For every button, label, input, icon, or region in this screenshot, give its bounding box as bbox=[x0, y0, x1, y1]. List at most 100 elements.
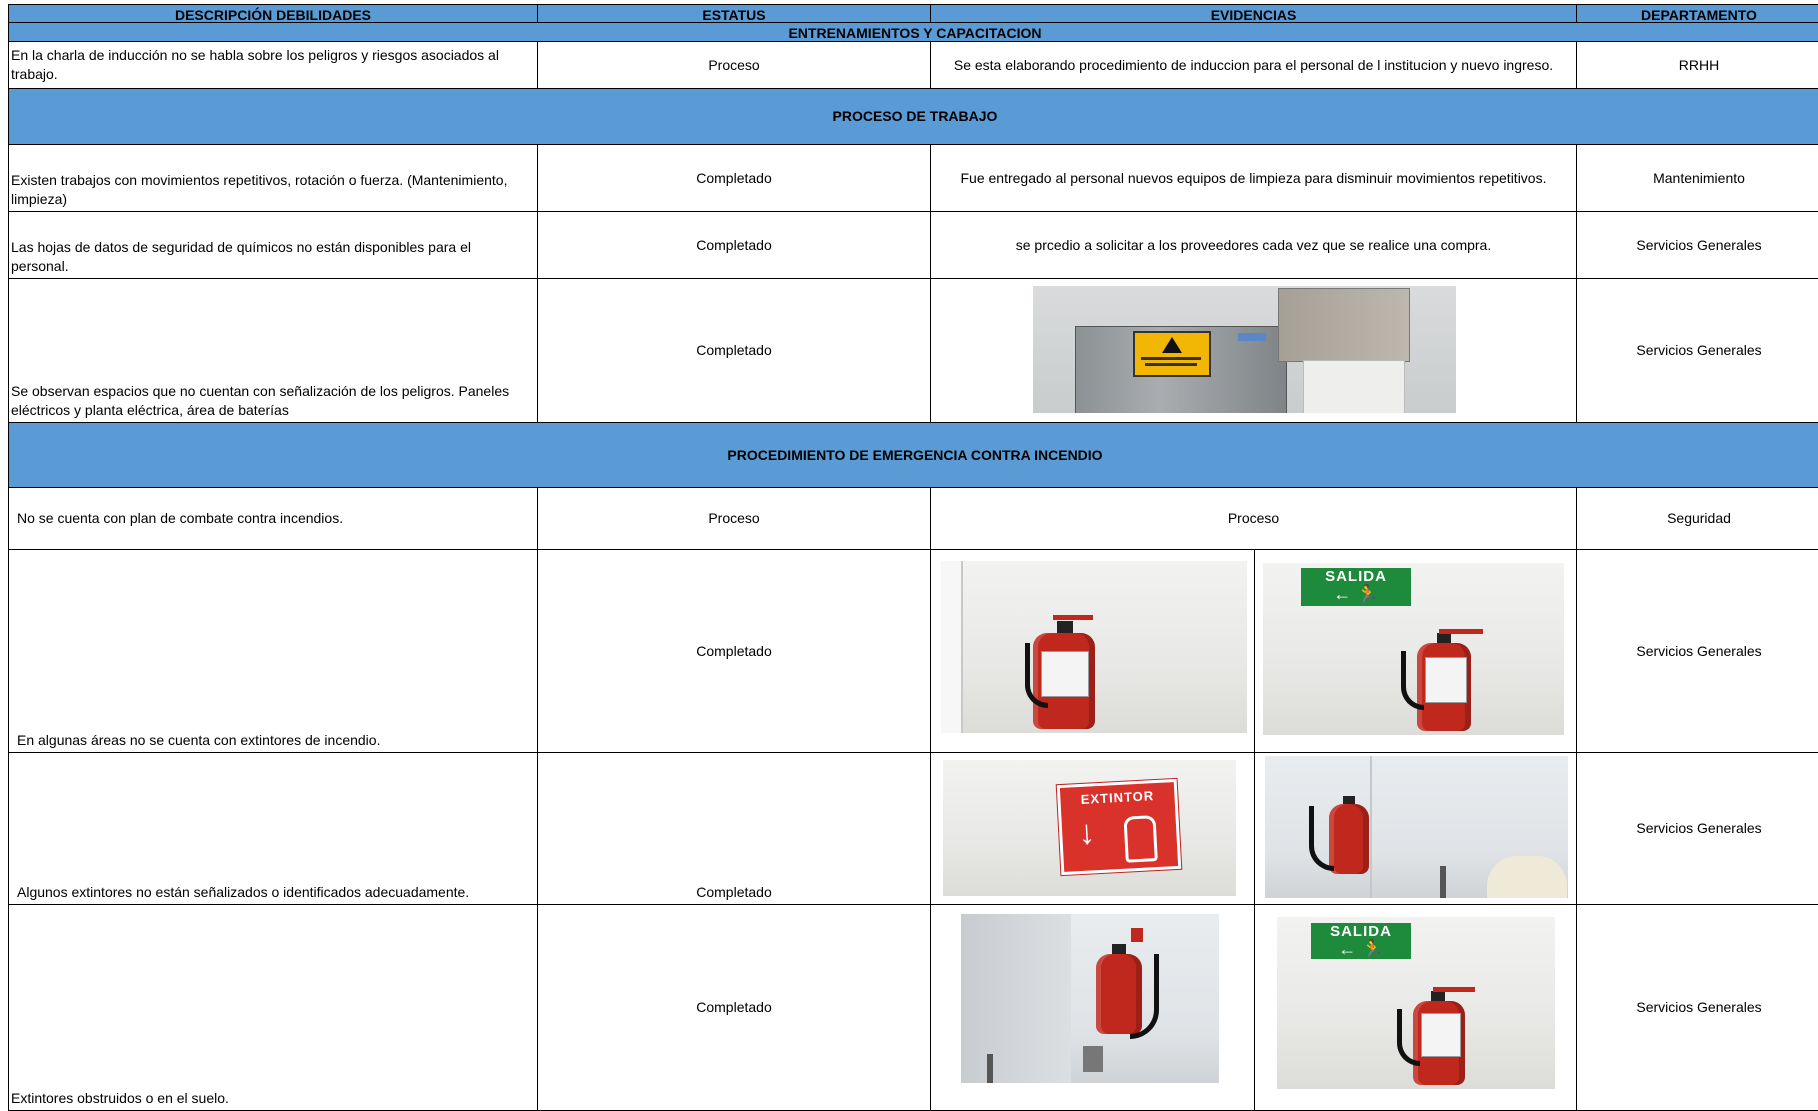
row4-evidencia bbox=[930, 278, 1577, 423]
salida-sign: SALIDA ← 🏃 bbox=[1311, 923, 1411, 959]
row6-estatus: Completado bbox=[537, 549, 931, 753]
row5-evidencia: Proceso bbox=[930, 487, 1577, 550]
row5-departamento-text: Seguridad bbox=[1667, 510, 1731, 526]
down-arrow-icon: ↓ bbox=[1077, 813, 1097, 853]
row2-evidencia: Fue entregado al personal nuevos equipos… bbox=[930, 144, 1577, 212]
row5-evidencia-text: Proceso bbox=[1227, 510, 1280, 526]
row7-departamento-text: Servicios Generales bbox=[1636, 820, 1762, 836]
header-evidencias: EVIDENCIAS bbox=[930, 4, 1577, 24]
row3-estatus-text: Completado bbox=[696, 236, 772, 253]
section-proceso-trabajo-text: PROCESO DE TRABAJO bbox=[832, 108, 998, 124]
row4-estatus: Completado bbox=[537, 278, 931, 423]
row4-descripcion-text: Se observan espacios que no cuentan con … bbox=[11, 383, 510, 418]
fire-extinguisher-icon bbox=[1025, 615, 1109, 733]
row6-descripcion: En algunas áreas no se cuenta con extint… bbox=[8, 549, 538, 753]
exit-arrow-icon: ← 🏃 bbox=[1333, 584, 1379, 604]
fire-extinguisher-photo bbox=[941, 561, 1247, 733]
row8-estatus-text: Completado bbox=[696, 999, 772, 1015]
row7-evidencia-a: EXTINTOR ↓ bbox=[930, 752, 1255, 905]
row5-estatus: Proceso bbox=[537, 487, 931, 550]
row2-estatus-text: Completado bbox=[696, 169, 772, 186]
row1-descripcion-text: En la charla de inducción no se habla so… bbox=[11, 47, 499, 82]
row5-descripcion: No se cuenta con plan de combate contra … bbox=[8, 487, 538, 550]
row4-descripcion: Se observan espacios que no cuentan con … bbox=[8, 278, 538, 423]
electrical-panel-photo bbox=[1033, 286, 1456, 413]
row3-descripcion-text: Las hojas de datos de seguridad de quími… bbox=[11, 239, 471, 274]
extinguisher-corner-photo bbox=[1265, 756, 1568, 898]
section-incendio: PROCEDIMIENTO DE EMERGENCIA CONTRA INCEN… bbox=[8, 422, 1818, 488]
row5-descripcion-text: No se cuenta con plan de combate contra … bbox=[17, 510, 344, 526]
row2-estatus: Completado bbox=[537, 144, 931, 212]
pipe bbox=[1440, 866, 1446, 898]
wall-box bbox=[1083, 1046, 1103, 1072]
row2-departamento: Mantenimiento bbox=[1576, 144, 1818, 212]
row6-departamento: Servicios Generales bbox=[1576, 549, 1818, 753]
row6-estatus-text: Completado bbox=[696, 642, 772, 659]
row1-estatus-text: Proceso bbox=[708, 56, 760, 73]
junction-box bbox=[1278, 288, 1410, 362]
row8-descripcion: Extintores obstruidos o en el suelo. bbox=[8, 904, 538, 1111]
water-tank bbox=[1487, 856, 1567, 898]
row8-evidencia-b: SALIDA ← 🏃 bbox=[1254, 904, 1577, 1111]
row6-departamento-text: Servicios Generales bbox=[1636, 642, 1762, 659]
row3-estatus: Completado bbox=[537, 211, 931, 279]
extinguisher-outline-icon bbox=[1123, 815, 1158, 863]
row6-evidencia-b: SALIDA ← 🏃 bbox=[1254, 549, 1577, 753]
row3-departamento-text: Servicios Generales bbox=[1636, 236, 1762, 253]
extintor-sign-photo: EXTINTOR ↓ bbox=[943, 760, 1236, 896]
fire-extinguisher-icon bbox=[1397, 987, 1485, 1087]
white-box bbox=[1303, 360, 1405, 413]
row3-departamento: Servicios Generales bbox=[1576, 211, 1818, 279]
section-incendio-text: PROCEDIMIENTO DE EMERGENCIA CONTRA INCEN… bbox=[727, 446, 1103, 463]
row7-departamento: Servicios Generales bbox=[1576, 752, 1818, 905]
header-estatus: ESTATUS bbox=[537, 4, 931, 24]
row5-estatus-text: Proceso bbox=[708, 510, 760, 526]
row8-descripcion-text: Extintores obstruidos o en el suelo. bbox=[11, 1090, 229, 1106]
row2-descripcion-text: Existen trabajos con movimientos repetit… bbox=[11, 172, 508, 207]
row3-evidencia-text: se prcedio a solicitar a los proveedores… bbox=[1015, 236, 1492, 253]
blue-label bbox=[1238, 333, 1266, 341]
row8-departamento-text: Servicios Generales bbox=[1636, 999, 1762, 1015]
section-proceso-trabajo: PROCESO DE TRABAJO bbox=[8, 88, 1818, 145]
row6-evidencia-a bbox=[930, 549, 1255, 753]
fire-extinguisher-icon bbox=[1309, 796, 1387, 888]
row7-descripcion: Algunos extintores no están señalizados … bbox=[8, 752, 538, 905]
extinguisher-wall-photo bbox=[961, 914, 1219, 1083]
extintor-sign: EXTINTOR ↓ bbox=[1056, 778, 1182, 876]
row8-departamento: Servicios Generales bbox=[1576, 904, 1818, 1111]
fire-extinguisher-icon bbox=[1401, 629, 1493, 733]
row2-departamento-text: Mantenimiento bbox=[1653, 169, 1745, 186]
row1-evidencia-text: Se esta elaborando procedimiento de indu… bbox=[953, 56, 1554, 73]
salida-sign-extinguisher-photo-2: SALIDA ← 🏃 bbox=[1277, 917, 1555, 1089]
row1-departamento-text: RRHH bbox=[1678, 56, 1720, 73]
row4-estatus-text: Completado bbox=[696, 342, 772, 358]
row1-descripcion: En la charla de inducción no se habla so… bbox=[8, 41, 538, 89]
row7-descripcion-text: Algunos extintores no están señalizados … bbox=[17, 884, 470, 900]
header-departamento: DEPARTAMENTO bbox=[1576, 4, 1818, 24]
row4-departamento: Servicios Generales bbox=[1576, 278, 1818, 423]
pipe bbox=[987, 1054, 993, 1083]
row1-estatus: Proceso bbox=[537, 41, 931, 89]
row4-departamento-text: Servicios Generales bbox=[1636, 342, 1762, 358]
row7-estatus: Completado bbox=[537, 752, 931, 905]
spreadsheet: DESCRIPCIÓN DEBILIDADES ESTATUS EVIDENCI… bbox=[0, 0, 1818, 1111]
row6-descripcion-text: En algunas áreas no se cuenta con extint… bbox=[17, 732, 381, 748]
row1-evidencia: Se esta elaborando procedimiento de indu… bbox=[930, 41, 1577, 89]
row8-evidencia-a bbox=[930, 904, 1255, 1111]
section-entrenamientos: ENTRENAMIENTOS Y CAPACITACION bbox=[8, 22, 1818, 42]
row8-estatus: Completado bbox=[537, 904, 931, 1111]
salida-sign: SALIDA ← 🏃 bbox=[1301, 568, 1411, 606]
extintor-sign-text: EXTINTOR bbox=[1080, 788, 1155, 807]
warning-sign-icon bbox=[1133, 331, 1211, 377]
row3-evidencia: se prcedio a solicitar a los proveedores… bbox=[930, 211, 1577, 279]
fire-extinguisher-icon bbox=[1094, 944, 1164, 1044]
row7-evidencia-b bbox=[1254, 752, 1577, 905]
row2-descripcion: Existen trabajos con movimientos repetit… bbox=[8, 144, 538, 212]
row1-departamento: RRHH bbox=[1576, 41, 1818, 89]
exit-arrow-icon: ← 🏃 bbox=[1338, 939, 1384, 959]
row3-descripcion: Las hojas de datos de seguridad de quími… bbox=[8, 211, 538, 279]
row2-evidencia-text: Fue entregado al personal nuevos equipos… bbox=[960, 169, 1547, 186]
row7-estatus-text: Completado bbox=[696, 884, 772, 900]
row5-departamento: Seguridad bbox=[1576, 487, 1818, 550]
header-descripcion: DESCRIPCIÓN DEBILIDADES bbox=[8, 4, 538, 24]
